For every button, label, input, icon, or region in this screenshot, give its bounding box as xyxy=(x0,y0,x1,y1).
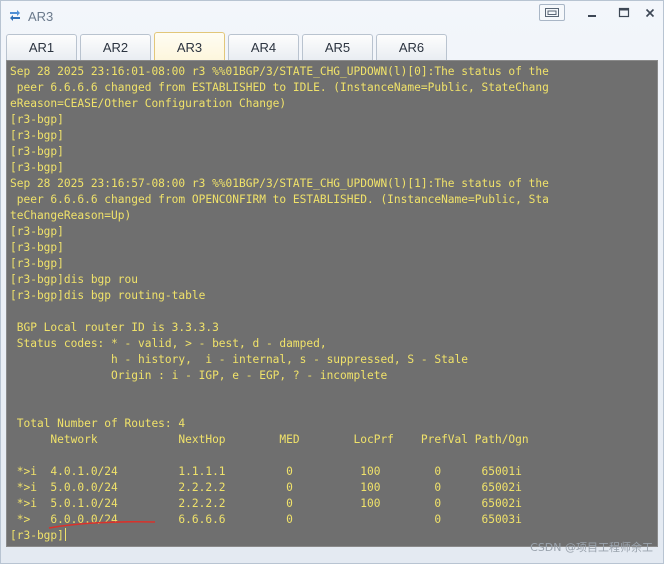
console-line: *>i 5.0.1.0/24 2.2.2.2 0 100 0 65002i xyxy=(10,497,522,510)
console-line: [r3-bgp] xyxy=(10,161,64,174)
router-app-icon xyxy=(10,10,20,21)
watermark: CSDN @项目工程师余工 xyxy=(530,541,653,554)
tab-ar2[interactable]: AR2 xyxy=(80,34,151,60)
tab-ar4[interactable]: AR4 xyxy=(228,34,299,60)
console-line: Network NextHop MED LocPrf PrefVal Path/… xyxy=(10,433,529,446)
tab-ar3[interactable]: AR3 xyxy=(154,32,225,61)
console-line: Origin : i - IGP, e - EGP, ? - incomplet… xyxy=(10,369,388,382)
console-terminal[interactable]: Sep 28 2025 23:16:01-08:00 r3 %%01BGP/3/… xyxy=(6,60,658,547)
minimize-button[interactable] xyxy=(579,4,605,21)
console-line: [r3-bgp]dis bgp routing-table xyxy=(10,289,206,302)
minimize-icon xyxy=(588,14,596,17)
console-line: [r3-bgp] xyxy=(10,129,64,142)
console-line: peer 6.6.6.6 changed from OPENCONFIRM to… xyxy=(10,193,549,206)
device-tab-bar: AR1 AR2 AR3 AR4 AR5 AR6 xyxy=(6,32,658,61)
tab-ar1[interactable]: AR1 xyxy=(6,34,77,60)
maximize-button[interactable] xyxy=(611,4,637,21)
console-line: [r3-bgp] xyxy=(10,145,64,158)
console-line: h - history, i - internal, s - suppresse… xyxy=(10,353,469,366)
console-line: [r3-bgp] xyxy=(10,257,64,270)
title-bar[interactable]: AR3 xyxy=(1,1,663,31)
tab-ar6[interactable]: AR6 xyxy=(376,34,447,60)
console-line: teChangeReason=Up) xyxy=(10,209,132,222)
console-line: [r3-bgp] xyxy=(10,225,64,238)
restore-down-button[interactable] xyxy=(539,4,565,21)
red-underline-annotation xyxy=(48,520,156,529)
close-icon xyxy=(645,8,655,17)
tab-ar5[interactable]: AR5 xyxy=(302,34,373,60)
close-button[interactable] xyxy=(637,4,663,21)
console-line: Total Number of Routes: 4 xyxy=(10,417,186,430)
console-line: Sep 28 2025 23:16:01-08:00 r3 %%01BGP/3/… xyxy=(10,65,549,78)
console-line: [r3-bgp] xyxy=(10,113,64,126)
console-line: [r3-bgp] xyxy=(10,241,64,254)
console-line: [r3-bgp]dis bgp rou xyxy=(10,273,138,286)
window-title: AR3 xyxy=(28,9,54,24)
console-line: Sep 28 2025 23:16:57-08:00 r3 %%01BGP/3/… xyxy=(10,177,549,190)
console-line: *>i 4.0.1.0/24 1.1.1.1 0 100 0 65001i xyxy=(10,465,522,478)
console-line: peer 6.6.6.6 changed from ESTABLISHED to… xyxy=(10,81,549,94)
restore-icon xyxy=(545,8,559,17)
console-line: *>i 5.0.0.0/24 2.2.2.2 0 100 0 65002i xyxy=(10,481,522,494)
console-line: Status codes: * - valid, > - best, d - d… xyxy=(10,337,327,350)
terminal-window: AR3 AR1 AR2 AR3 AR4 AR5 AR6 Sep 28 2025 … xyxy=(0,0,664,564)
console-line: BGP Local router ID is 3.3.3.3 xyxy=(10,321,219,334)
console-line: eReason=CEASE/Other Configuration Change… xyxy=(10,97,287,110)
maximize-icon xyxy=(618,7,630,17)
console-output: Sep 28 2025 23:16:01-08:00 r3 %%01BGP/3/… xyxy=(10,64,549,544)
